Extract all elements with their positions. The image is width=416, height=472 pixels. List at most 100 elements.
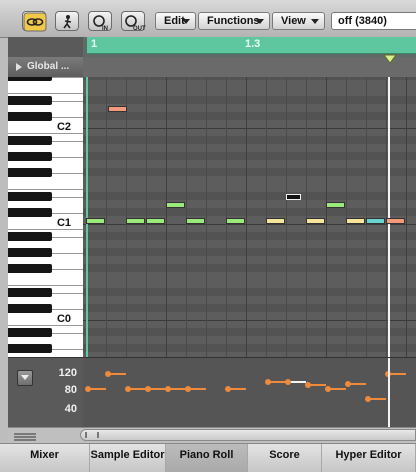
link-button[interactable] xyxy=(22,11,47,32)
svg-text:OUT: OUT xyxy=(133,26,146,32)
velocity-handle[interactable] xyxy=(225,386,231,393)
ruler-bar-1-label: 1 xyxy=(91,38,98,50)
black-key[interactable] xyxy=(8,152,52,161)
midi-note[interactable] xyxy=(266,218,285,224)
velocity-handle[interactable] xyxy=(265,378,271,385)
ruler-lower-strip xyxy=(83,57,416,77)
cycle-start-line xyxy=(86,77,88,357)
velocity-handle[interactable] xyxy=(85,386,91,393)
midi-note[interactable] xyxy=(166,202,185,208)
editor-tabs: Mixer Sample Editor Piano Roll Score Hyper E… xyxy=(0,443,416,472)
velocity-handle[interactable] xyxy=(185,386,191,393)
midi-note[interactable] xyxy=(86,218,105,224)
black-key[interactable] xyxy=(8,168,52,177)
midi-note[interactable] xyxy=(366,218,385,224)
black-key[interactable] xyxy=(8,112,52,121)
velocity-handle[interactable] xyxy=(325,386,331,393)
tab-piano-roll[interactable]: Piano Roll xyxy=(166,444,248,472)
midi-note[interactable] xyxy=(306,218,325,224)
midi-note[interactable] xyxy=(226,218,245,224)
grid-beat-line xyxy=(306,77,307,357)
black-key[interactable] xyxy=(8,248,52,257)
key-label-c0: C0 xyxy=(56,313,71,325)
tab-mixer[interactable]: Mixer xyxy=(0,444,90,472)
scroll-grip-icon xyxy=(85,432,99,438)
functions-menu[interactable]: Functions xyxy=(198,12,270,30)
edit-menu[interactable]: Edit xyxy=(155,12,196,30)
grid-beat-line xyxy=(146,77,147,357)
midi-note[interactable] xyxy=(108,106,127,112)
zoom-control[interactable] xyxy=(12,430,38,442)
grid-beat-line xyxy=(226,77,227,357)
grid-beat-line xyxy=(386,77,387,357)
velocity-handle[interactable] xyxy=(145,386,151,393)
velocity-lane[interactable] xyxy=(83,357,416,428)
black-key[interactable] xyxy=(8,288,52,297)
velocity-handle[interactable] xyxy=(285,378,291,385)
midi-note[interactable] xyxy=(286,194,301,200)
chevron-down-icon xyxy=(256,19,264,24)
midi-out-button[interactable]: OUT xyxy=(121,11,146,32)
tab-sample-editor[interactable]: Sample Editor xyxy=(90,444,166,472)
black-key[interactable] xyxy=(8,136,52,145)
global-tracks-toggle[interactable]: Global ... xyxy=(8,57,83,77)
black-key[interactable] xyxy=(8,192,52,201)
velocity-label-120: 120 xyxy=(58,367,77,379)
grid-beat-line xyxy=(326,77,327,357)
velocity-handle[interactable] xyxy=(125,386,131,393)
grid-beat-line xyxy=(346,77,347,357)
grid-beat-line xyxy=(166,77,167,357)
grid-beat-line xyxy=(186,77,187,357)
black-key[interactable] xyxy=(8,232,52,241)
tab-score[interactable]: Score xyxy=(248,444,322,472)
note-grid[interactable] xyxy=(83,77,416,357)
disclosure-triangle-icon xyxy=(16,63,22,71)
playhead-marker-icon[interactable] xyxy=(383,54,397,64)
black-key[interactable] xyxy=(8,264,52,273)
grid-beat-line xyxy=(126,77,127,357)
grid-beat-line xyxy=(246,77,247,357)
piano-keyboard[interactable]: C2 C1 C0 xyxy=(8,77,84,357)
chevron-down-icon xyxy=(311,19,319,24)
global-tracks-label: Global ... xyxy=(27,61,70,72)
velocity-handle[interactable] xyxy=(165,386,171,393)
black-key[interactable] xyxy=(8,96,52,105)
tab-hyper-editor[interactable]: Hyper Editor xyxy=(322,444,416,472)
midi-note[interactable] xyxy=(186,218,205,224)
chevron-down-icon xyxy=(182,19,190,24)
velocity-handle[interactable] xyxy=(345,380,351,387)
velocity-lane-header: 120 80 40 xyxy=(8,357,83,428)
grid-beat-line xyxy=(206,77,207,357)
link-icon xyxy=(23,12,47,32)
grid-beat-line xyxy=(406,77,407,357)
velocity-handle[interactable] xyxy=(365,395,371,402)
velocity-handle[interactable] xyxy=(305,382,311,389)
midi-in-button[interactable]: IN xyxy=(88,11,112,32)
grid-beat-line xyxy=(286,77,287,357)
midi-note[interactable] xyxy=(346,218,365,224)
catch-button[interactable] xyxy=(55,11,79,31)
black-key[interactable] xyxy=(8,328,52,337)
midi-out-icon: OUT xyxy=(125,15,146,32)
lane-menu-button[interactable] xyxy=(17,370,33,386)
key-label-c1: C1 xyxy=(56,217,71,229)
velocity-handle[interactable] xyxy=(105,371,111,378)
midi-note[interactable] xyxy=(386,218,405,224)
midi-note[interactable] xyxy=(326,202,345,208)
zoom-lines-icon xyxy=(14,433,36,441)
view-menu[interactable]: View xyxy=(272,12,325,30)
playhead-line xyxy=(388,77,390,357)
black-key[interactable] xyxy=(8,344,52,353)
midi-note[interactable] xyxy=(126,218,145,224)
black-key[interactable] xyxy=(8,304,52,313)
cycle-region[interactable]: 1 1.3 xyxy=(87,37,416,54)
key-label-c2: C2 xyxy=(56,121,71,133)
velocity-label-80: 80 xyxy=(64,384,77,396)
midi-note[interactable] xyxy=(146,218,165,224)
toolbar: IN OUT Edit Functions View off (3840) xyxy=(0,0,416,38)
quantize-status-field[interactable]: off (3840) xyxy=(331,12,416,30)
black-key[interactable] xyxy=(8,208,52,217)
svg-text:IN: IN xyxy=(102,26,108,32)
horizontal-scrollbar[interactable] xyxy=(80,429,416,441)
black-key[interactable] xyxy=(8,77,52,81)
